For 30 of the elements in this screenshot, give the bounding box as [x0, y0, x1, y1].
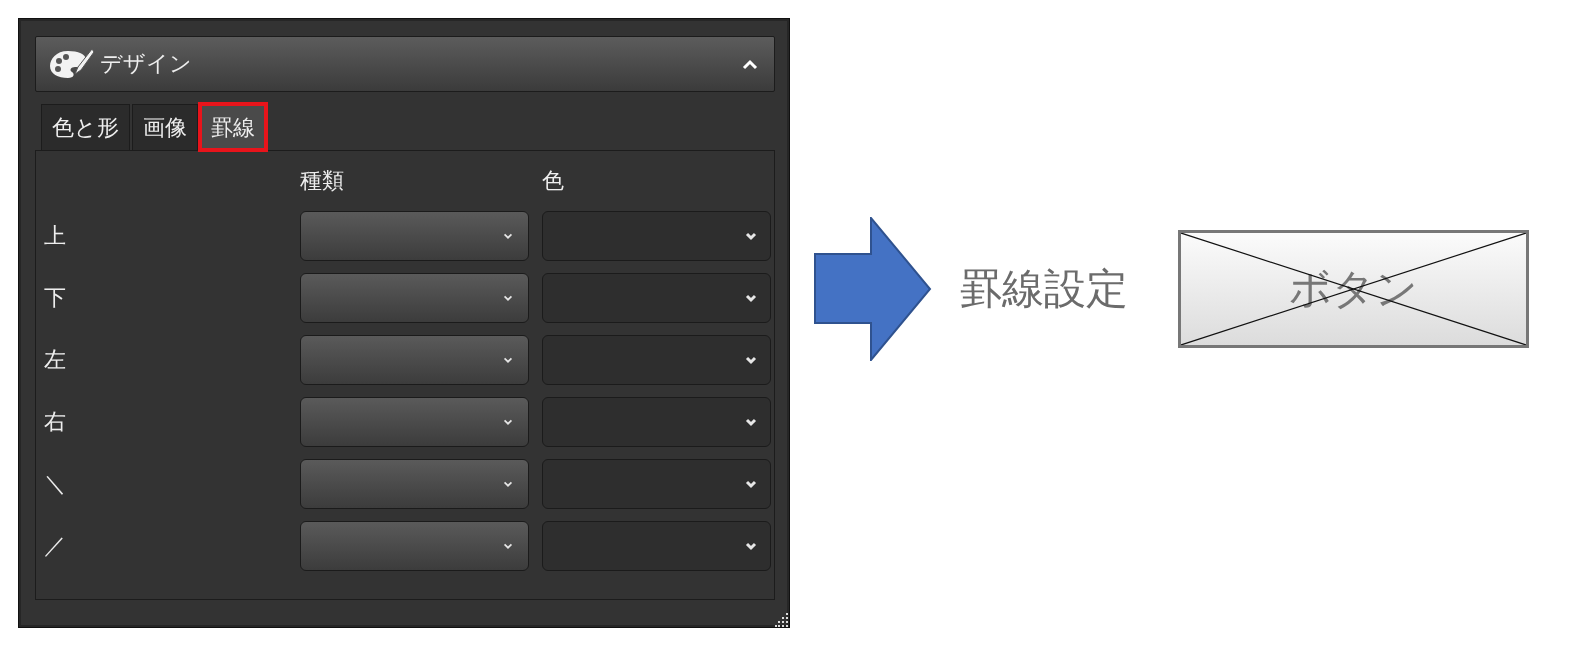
row-label: 下 [44, 284, 66, 312]
tab[interactable]: 色と形 [41, 104, 130, 150]
right-arrow-icon [814, 217, 932, 361]
color-dropdown[interactable] [542, 397, 771, 447]
row-label: ／ [44, 532, 66, 560]
row-label: 左 [44, 346, 66, 374]
panel-header[interactable]: デザイン [35, 36, 775, 92]
style-dropdown[interactable] [300, 335, 529, 385]
tab[interactable]: 罫線 [200, 104, 266, 150]
panel-title: デザイン [100, 50, 193, 78]
chevron-icon[interactable] [740, 57, 760, 71]
color-dropdown[interactable] [542, 335, 771, 385]
palette-icon [48, 47, 96, 81]
color-dropdown[interactable] [542, 459, 771, 509]
row-label: 右 [44, 408, 66, 436]
row-label: ＼ [44, 470, 66, 498]
color-dropdown[interactable] [542, 521, 771, 571]
column-header: 色 [542, 167, 564, 195]
style-dropdown[interactable] [300, 521, 529, 571]
row-label: 上 [44, 222, 66, 250]
column-header: 種類 [300, 167, 344, 195]
resize-grip-icon[interactable] [775, 613, 789, 627]
style-dropdown[interactable] [300, 459, 529, 509]
style-dropdown[interactable] [300, 273, 529, 323]
color-dropdown[interactable] [542, 273, 771, 323]
style-dropdown[interactable] [300, 397, 529, 447]
tab[interactable]: 画像 [132, 104, 198, 150]
color-dropdown[interactable] [542, 211, 771, 261]
style-dropdown[interactable] [300, 211, 529, 261]
caption-text: 罫線設定 [960, 263, 1128, 315]
